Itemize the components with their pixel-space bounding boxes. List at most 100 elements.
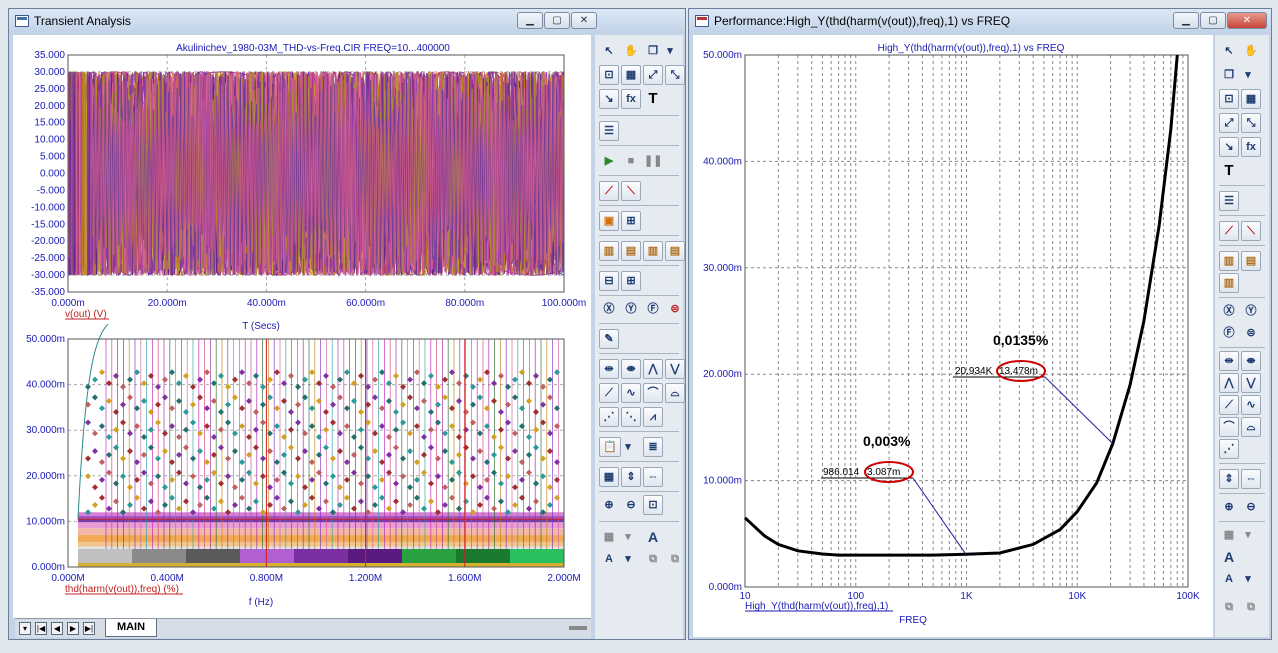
select-arrow-icon[interactable]: ↖ bbox=[1219, 41, 1239, 61]
scale-icon[interactable]: ⊡ bbox=[1219, 89, 1239, 109]
pan-hand-icon[interactable]: ✋ bbox=[1241, 41, 1261, 61]
fit-vertical-icon[interactable]: ⇕ bbox=[1219, 469, 1239, 489]
grid-split-icon[interactable]: ⊞ bbox=[621, 271, 641, 291]
global-high-icon[interactable]: ⋰ bbox=[1219, 439, 1239, 459]
prev-point-icon[interactable]: ⇼ bbox=[621, 359, 641, 379]
cursor-list-icon[interactable]: ⊜ bbox=[665, 299, 685, 319]
color-dropdown-icon[interactable]: ▾ bbox=[621, 549, 635, 569]
stack-2-icon[interactable]: ▤ bbox=[1241, 251, 1261, 271]
tab-menu-icon[interactable]: ▾ bbox=[19, 622, 31, 635]
palette-icon[interactable]: ▦ bbox=[599, 527, 619, 547]
text-tool-icon[interactable]: T bbox=[1219, 161, 1239, 181]
clipboard-dropdown-icon[interactable]: ▾ bbox=[621, 437, 635, 457]
peak-icon[interactable]: ⟋ bbox=[1219, 221, 1239, 241]
splitter-handle[interactable] bbox=[569, 626, 587, 630]
global-low-icon[interactable]: ⋱ bbox=[621, 407, 641, 427]
cursor-list-icon[interactable]: ⊜ bbox=[1241, 323, 1261, 343]
formula-icon[interactable]: fx bbox=[1241, 137, 1261, 157]
valley-search-icon[interactable]: ⋁ bbox=[1241, 373, 1261, 393]
top-icon[interactable]: ⩘ bbox=[643, 407, 663, 427]
properties-icon[interactable]: ☰ bbox=[1219, 191, 1239, 211]
first-tab-icon[interactable]: |◀ bbox=[35, 622, 47, 635]
close-button[interactable]: ✕ bbox=[1227, 12, 1267, 29]
maximize-button[interactable]: ▢ bbox=[1200, 12, 1226, 29]
inflection-icon[interactable]: ∿ bbox=[621, 383, 641, 403]
dropdown-arrow-icon[interactable]: ▾ bbox=[1241, 65, 1255, 85]
global-high-icon[interactable]: ⋰ bbox=[599, 407, 619, 427]
color-icon[interactable]: A bbox=[1219, 569, 1239, 589]
zoom-in-icon[interactable]: ⊕ bbox=[599, 495, 619, 515]
zoom-100-icon[interactable]: ⊡ bbox=[643, 495, 663, 515]
stack-1-icon[interactable]: ▥ bbox=[599, 241, 619, 261]
font-icon[interactable]: A bbox=[643, 527, 663, 547]
maximize-button[interactable]: ▢ bbox=[544, 12, 570, 29]
tab-main[interactable]: MAIN bbox=[105, 619, 157, 637]
bring-front-icon[interactable]: ⧉ bbox=[1219, 597, 1239, 617]
zoom-box-icon[interactable]: ⤢ bbox=[1219, 113, 1239, 133]
font-icon[interactable]: A bbox=[1219, 547, 1239, 567]
fit-icon[interactable]: ⤡ bbox=[665, 65, 685, 85]
stack-4-icon[interactable]: ▤ bbox=[665, 241, 685, 261]
grid-icon[interactable]: ▦ bbox=[1241, 89, 1261, 109]
send-back-icon[interactable]: ⧉ bbox=[1241, 597, 1261, 617]
stack-1-icon[interactable]: ▥ bbox=[1219, 251, 1239, 271]
prev-tab-icon[interactable]: ◀ bbox=[51, 622, 63, 635]
close-button[interactable]: ✕ bbox=[571, 12, 597, 29]
prev-point-icon[interactable]: ⇼ bbox=[1241, 351, 1261, 371]
zoom-in-icon[interactable]: ⊕ bbox=[1219, 497, 1239, 517]
send-back-icon[interactable]: ⧉ bbox=[665, 549, 685, 569]
peak-icon[interactable]: ⟋ bbox=[599, 181, 619, 201]
minimize-button[interactable]: ▁ bbox=[1173, 12, 1199, 29]
zoom-out-icon[interactable]: ⊖ bbox=[621, 495, 641, 515]
peak-search-icon[interactable]: ⋀ bbox=[643, 359, 663, 379]
rise-icon[interactable]: ⌒ bbox=[643, 383, 663, 403]
stack-3-icon[interactable]: ▥ bbox=[643, 241, 663, 261]
fall-icon[interactable]: ⌓ bbox=[1241, 417, 1261, 437]
slope-icon[interactable]: ⟋ bbox=[1219, 395, 1239, 415]
color-icon[interactable]: A bbox=[599, 549, 619, 569]
color-dropdown-icon[interactable]: ▾ bbox=[1241, 569, 1255, 589]
calendar-icon[interactable]: ▦ bbox=[599, 467, 619, 487]
edit-notes-icon[interactable]: ✎ bbox=[599, 329, 619, 349]
valley-icon[interactable]: ⟍ bbox=[1241, 221, 1261, 241]
bottom-trace-label[interactable]: thd(harm(v(out)),freq) (%) bbox=[65, 584, 179, 595]
text-tool-icon[interactable]: T bbox=[643, 89, 663, 109]
fit-vertical-icon[interactable]: ⇕ bbox=[621, 467, 641, 487]
data-points-icon[interactable]: ▣ bbox=[599, 211, 619, 231]
fit-horizontal-icon[interactable]: ⇔ bbox=[1241, 469, 1261, 489]
fit-horizontal-icon[interactable]: ⇔ bbox=[643, 467, 663, 487]
zoom-box-icon[interactable]: ⤢ bbox=[643, 65, 663, 85]
dropdown-arrow-icon[interactable]: ▾ bbox=[663, 41, 677, 61]
cursor-fx-icon[interactable]: Ⓕ bbox=[643, 299, 663, 319]
rise-icon[interactable]: ⌒ bbox=[1219, 417, 1239, 437]
cursor-x-icon[interactable]: Ⓧ bbox=[599, 299, 619, 319]
tracker-icon[interactable]: ↘ bbox=[599, 89, 619, 109]
palette-icon[interactable]: ▦ bbox=[1219, 525, 1239, 545]
last-tab-icon[interactable]: ▶| bbox=[83, 622, 95, 635]
next-point-icon[interactable]: ⇹ bbox=[599, 359, 619, 379]
zoom-out-icon[interactable]: ⊖ bbox=[1241, 497, 1261, 517]
tokens-icon[interactable]: ⊞ bbox=[621, 211, 641, 231]
inflection-icon[interactable]: ∿ bbox=[1241, 395, 1261, 415]
pause-icon[interactable]: ❚❚ bbox=[643, 151, 663, 171]
copy-plot-icon[interactable]: ❐ bbox=[1219, 65, 1239, 85]
run-icon[interactable]: ▶ bbox=[599, 151, 619, 171]
stop-icon[interactable]: ■ bbox=[621, 151, 641, 171]
cursor-x-icon[interactable]: Ⓧ bbox=[1219, 301, 1239, 321]
peak-search-icon[interactable]: ⋀ bbox=[1219, 373, 1239, 393]
slope-icon[interactable]: ⟋ bbox=[599, 383, 619, 403]
valley-search-icon[interactable]: ⋁ bbox=[665, 359, 685, 379]
performance-trace-label[interactable]: High_Y(thd(harm(v(out)),freq),1) bbox=[745, 601, 888, 612]
stack-3-icon[interactable]: ▥ bbox=[1219, 273, 1239, 293]
palette-dropdown-icon[interactable]: ▾ bbox=[621, 527, 635, 547]
grid-icon[interactable]: ▦ bbox=[621, 65, 641, 85]
horizontal-split-icon[interactable]: ⊟ bbox=[599, 271, 619, 291]
stack-2-icon[interactable]: ▤ bbox=[621, 241, 641, 261]
cursor-y-icon[interactable]: Ⓨ bbox=[1241, 301, 1261, 321]
fit-icon[interactable]: ⤡ bbox=[1241, 113, 1261, 133]
top-trace-label[interactable]: v(out) (V) bbox=[65, 309, 107, 320]
valley-icon[interactable]: ⟍ bbox=[621, 181, 641, 201]
formula-icon[interactable]: fx bbox=[621, 89, 641, 109]
fall-icon[interactable]: ⌓ bbox=[665, 383, 685, 403]
properties-icon[interactable]: ☰ bbox=[599, 121, 619, 141]
